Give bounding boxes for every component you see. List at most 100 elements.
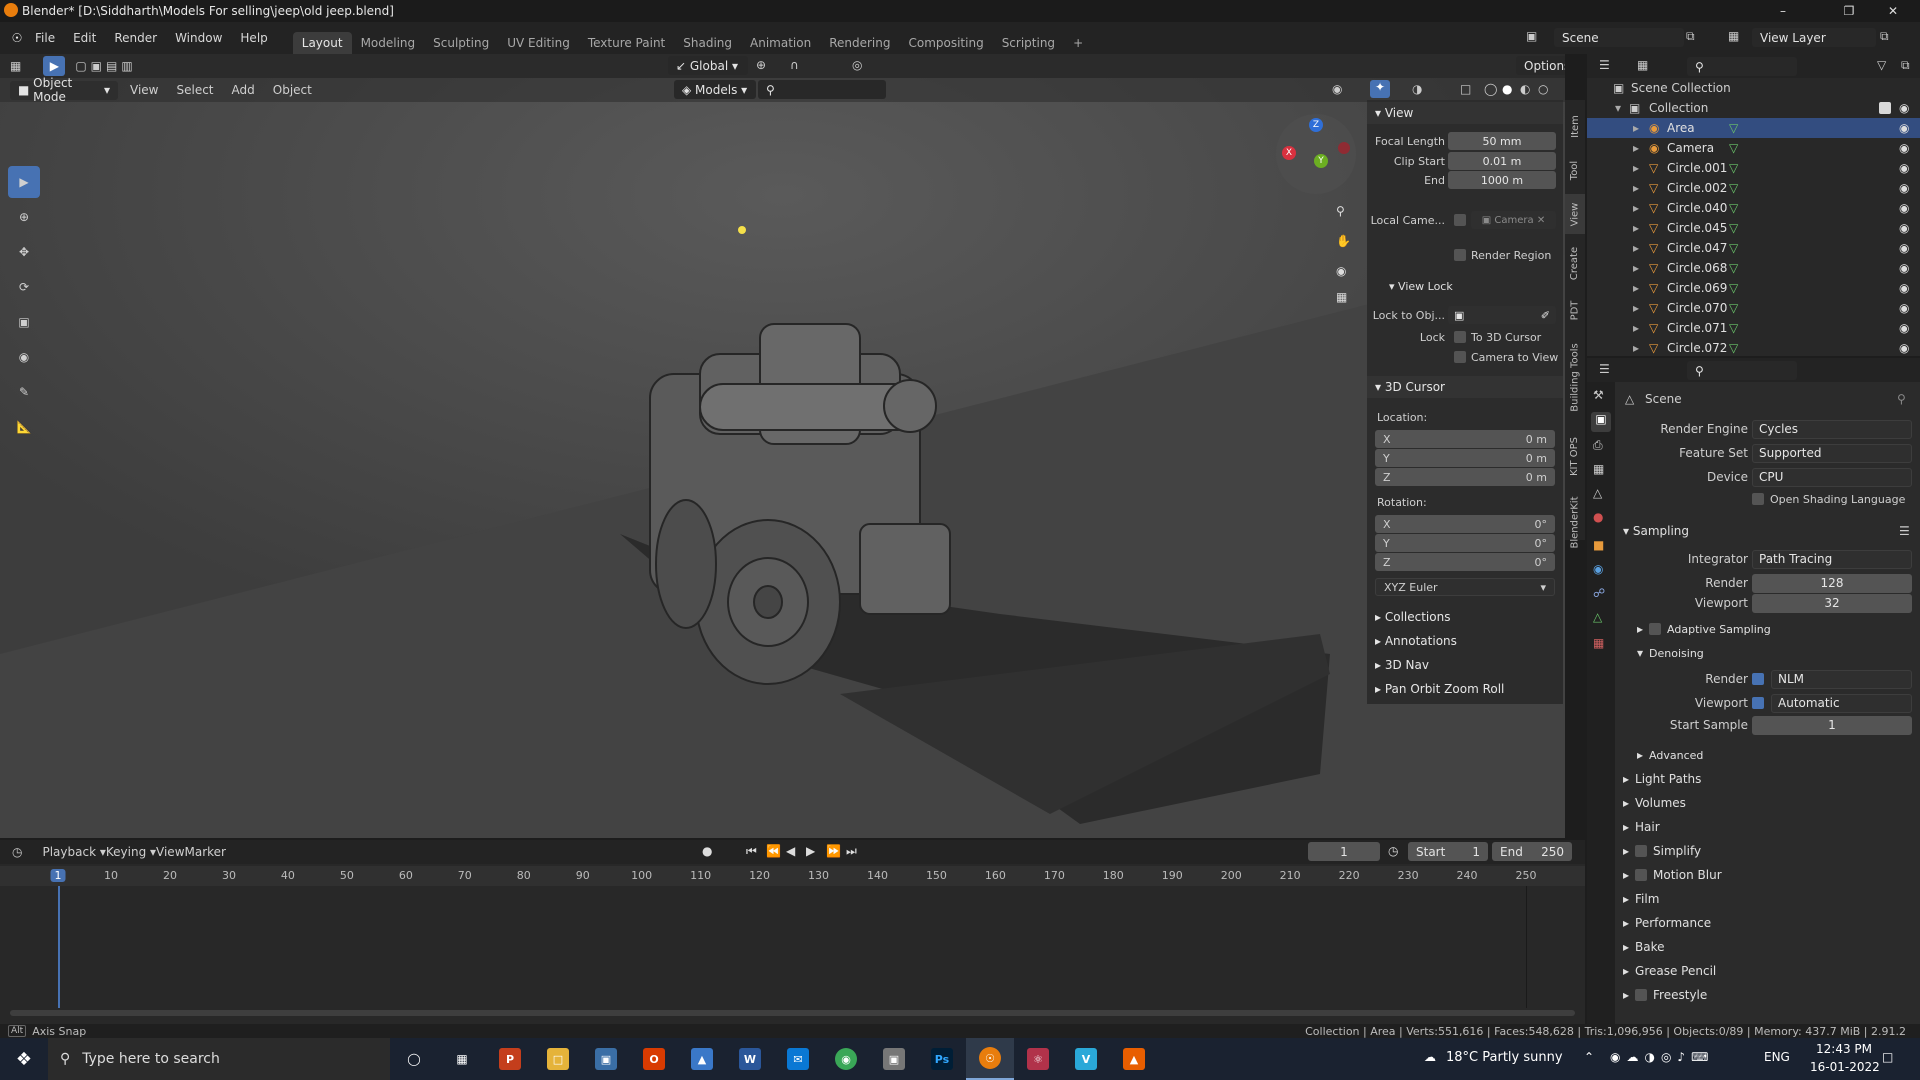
world-props-icon[interactable]: ● xyxy=(1593,510,1603,524)
tab-compositing[interactable]: Compositing xyxy=(899,32,992,54)
object-data-icon[interactable]: ▽ xyxy=(1729,221,1738,235)
menu-file[interactable]: File xyxy=(26,31,64,45)
outliner-item[interactable]: ▸ ▽ Circle.045 ▽ ◉ xyxy=(1587,218,1920,238)
timeline-menu-view[interactable]: View xyxy=(156,845,184,859)
start-frame-field[interactable]: Start 1 xyxy=(1408,842,1488,861)
weather-text[interactable]: 18°C Partly sunny xyxy=(1446,1050,1563,1065)
tray-chevron-icon[interactable]: ⌃ xyxy=(1584,1050,1594,1064)
eye-icon[interactable]: ◉ xyxy=(1899,141,1909,155)
lock-to-cursor-checkbox[interactable] xyxy=(1454,331,1466,343)
cursor-loc-y[interactable]: Y 0 m xyxy=(1367,449,1563,467)
view-panel-header[interactable]: ▾ View xyxy=(1367,102,1563,124)
tool-props-icon[interactable]: ⚒ xyxy=(1593,388,1604,402)
object-mode-dropdown[interactable]: ■ Object Mode ▾ xyxy=(10,76,118,104)
integrator-dropdown[interactable]: Path Tracing xyxy=(1752,549,1912,569)
properties-panel-header[interactable]: ▸ Volumes xyxy=(1615,792,1920,814)
eye-icon[interactable]: ◉ xyxy=(1899,261,1909,275)
camera-to-view-checkbox[interactable] xyxy=(1454,351,1466,363)
timeline-body[interactable] xyxy=(0,886,1585,1008)
pan-hand-icon[interactable]: ✋ xyxy=(1336,234,1351,248)
collections-panel-header[interactable]: ▸ Collections xyxy=(1367,606,1563,628)
render-samples-field[interactable]: 128 xyxy=(1752,573,1912,593)
word-icon[interactable]: W xyxy=(726,1038,774,1080)
object-data-icon[interactable]: ▽ xyxy=(1729,141,1738,155)
eyedropper-icon[interactable]: ✐ xyxy=(1541,309,1550,322)
new-scene-icon[interactable]: ⧉ xyxy=(1686,29,1695,44)
tab-kit-ops[interactable]: KIT OPS xyxy=(1565,426,1585,486)
texture-props-icon[interactable]: ▦ xyxy=(1593,636,1604,650)
expand-arrow-icon[interactable]: ▸ xyxy=(1633,301,1639,315)
cursor-rot-y[interactable]: Y 0° xyxy=(1367,534,1563,552)
language-indicator[interactable]: ENG xyxy=(1764,1050,1790,1064)
expand-arrow-icon[interactable]: ▸ xyxy=(1633,181,1639,195)
outliner-item[interactable]: ▸ ▽ Circle.072 ▽ ◉ xyxy=(1587,338,1920,358)
viewport-menu-view[interactable]: View xyxy=(130,83,158,97)
gizmo-x-axis[interactable]: X xyxy=(1282,146,1296,160)
play-reverse-icon[interactable]: ◀ xyxy=(786,844,795,858)
play-icon[interactable]: ▶ xyxy=(806,844,815,858)
properties-panel-header[interactable]: ▸ Bake xyxy=(1615,936,1920,958)
data-props-icon[interactable]: △ xyxy=(1593,610,1602,624)
render-region-checkbox[interactable] xyxy=(1454,249,1466,261)
eye-icon[interactable]: ◉ xyxy=(1899,301,1909,315)
output-props-icon[interactable]: ⎙ xyxy=(1593,438,1603,453)
gizmo-y-axis[interactable]: Y xyxy=(1314,154,1328,168)
properties-panel-header[interactable]: ▸ Simplify xyxy=(1615,840,1920,862)
gizmo-neg-x[interactable] xyxy=(1338,142,1350,154)
navigation-gizmo[interactable]: Z X Y xyxy=(1276,114,1356,194)
menu-render[interactable]: Render xyxy=(105,31,166,45)
camera-view-icon[interactable]: ◉ xyxy=(1336,264,1346,278)
object-data-icon[interactable]: ▽ xyxy=(1729,321,1738,335)
rotation-mode-dropdown[interactable]: XYZ Euler ▾ xyxy=(1367,578,1563,596)
tab-animation[interactable]: Animation xyxy=(741,32,820,54)
gizmo-toggle-icon[interactable]: ✦ xyxy=(1370,80,1390,98)
osl-checkbox[interactable] xyxy=(1752,493,1764,505)
move-tool-icon[interactable]: ✥ xyxy=(8,236,40,268)
3d-cursor-panel-header[interactable]: ▾ 3D Cursor xyxy=(1367,376,1563,398)
display-mode-icon[interactable]: ▦ xyxy=(1637,58,1648,72)
editor-type-icon[interactable]: ▦ xyxy=(10,59,21,73)
tab-scripting[interactable]: Scripting xyxy=(993,32,1064,54)
tab-tool[interactable]: Tool xyxy=(1565,150,1585,190)
outliner-item[interactable]: ▸ ◉ Area ▽ ◉ xyxy=(1587,118,1920,138)
outliner-item[interactable]: ▸ ▽ Circle.068 ▽ ◉ xyxy=(1587,258,1920,278)
solid-shading-icon[interactable]: ● xyxy=(1502,82,1512,96)
properties-panel-header[interactable]: ▸ Grease Pencil xyxy=(1615,960,1920,982)
tab-shading[interactable]: Shading xyxy=(674,32,741,54)
expand-arrow-icon[interactable]: ▸ xyxy=(1633,341,1639,355)
tab-blenderkit[interactable]: BlenderKit xyxy=(1565,490,1585,554)
eye-icon[interactable]: ◉ xyxy=(1899,161,1909,175)
scene-collection-row[interactable]: ▣ Scene Collection xyxy=(1587,78,1920,98)
pin-icon[interactable]: ⚲ xyxy=(1897,392,1906,406)
object-data-icon[interactable]: ▽ xyxy=(1729,181,1738,195)
rotate-tool-icon[interactable]: ⟳ xyxy=(8,271,40,303)
viewport-menu-add[interactable]: Add xyxy=(232,83,255,97)
local-camera-field[interactable]: ▣ Camera ✕ xyxy=(1471,211,1556,229)
current-frame-field[interactable]: 1 xyxy=(1308,842,1380,861)
eye-icon[interactable]: ◉ xyxy=(1899,121,1909,135)
outliner-item[interactable]: ▸ ▽ Circle.069 ▽ ◉ xyxy=(1587,278,1920,298)
view-lock-header[interactable]: ▾ View Lock xyxy=(1367,276,1563,296)
render-engine-dropdown[interactable]: Cycles xyxy=(1752,419,1912,439)
collection-row[interactable]: ▾ ▣ Collection ◉ xyxy=(1587,98,1920,118)
outliner-item[interactable]: ▸ ▽ Circle.070 ▽ ◉ xyxy=(1587,298,1920,318)
transform-orientation-dropdown[interactable]: ↙ Global ▾ xyxy=(668,56,748,75)
end-frame-field[interactable]: End 250 xyxy=(1492,842,1572,861)
app4-icon[interactable]: V xyxy=(1062,1038,1110,1080)
clock-icon[interactable]: ◷ xyxy=(1388,844,1398,858)
expand-arrow-icon[interactable]: ▸ xyxy=(1633,241,1639,255)
overlay-icon[interactable]: ◑ xyxy=(1412,82,1422,96)
tab-pdt[interactable]: PDT xyxy=(1565,292,1585,328)
wireframe-shading-icon[interactable]: ◯ xyxy=(1484,82,1497,96)
outliner-item[interactable]: ▸ ▽ Circle.001 ▽ ◉ xyxy=(1587,158,1920,178)
properties-panel-header[interactable]: ▸ Light Paths xyxy=(1615,768,1920,790)
office-icon[interactable]: O xyxy=(630,1038,678,1080)
measure-tool-icon[interactable]: 📐 xyxy=(8,411,40,443)
properties-panel-header[interactable]: ▸ Film xyxy=(1615,888,1920,910)
panel-enable-checkbox[interactable] xyxy=(1635,869,1648,881)
tab-uv-editing[interactable]: UV Editing xyxy=(498,32,579,54)
expand-arrow-icon[interactable]: ▸ xyxy=(1633,121,1639,135)
app2-icon[interactable]: ▣ xyxy=(870,1038,918,1080)
restore-button[interactable]: ❐ xyxy=(1826,0,1872,22)
panel-enable-checkbox[interactable] xyxy=(1635,989,1648,1001)
